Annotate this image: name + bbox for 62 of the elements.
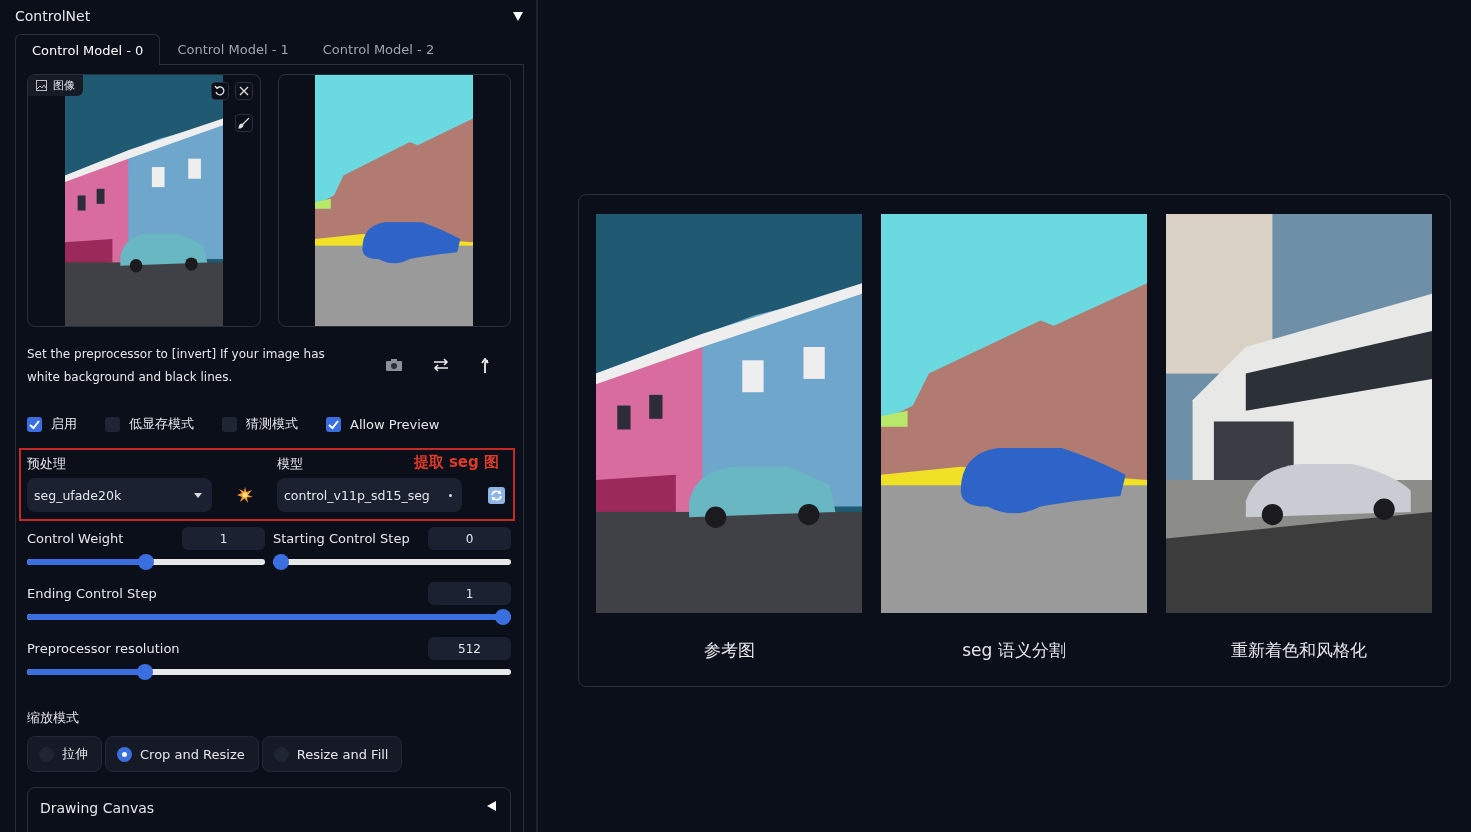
tab[interactable]: Control Model - 2 xyxy=(305,34,452,64)
refresh-icon xyxy=(488,486,505,504)
up-arrow-icon[interactable] xyxy=(479,358,491,374)
brush-button[interactable] xyxy=(235,114,253,132)
slider-thumb[interactable] xyxy=(495,609,511,625)
checkbox-label: 猜测模式 xyxy=(246,415,298,433)
section-label: 缩放模式 xyxy=(27,709,80,727)
collapse-icon[interactable] xyxy=(512,10,524,22)
radio-option[interactable]: 拉伸 xyxy=(27,736,102,772)
refresh-button[interactable] xyxy=(486,484,507,506)
slider[interactable] xyxy=(27,664,511,680)
expand-icon[interactable] xyxy=(486,800,498,812)
slider[interactable] xyxy=(27,554,265,570)
accordion-title: Drawing Canvas xyxy=(40,800,155,818)
caret-icon xyxy=(449,493,452,497)
tab[interactable]: Control Model - 0 xyxy=(15,34,161,65)
checkbox[interactable] xyxy=(105,416,120,432)
model-dropdown[interactable]: control_v11p_sd15_seg xyxy=(277,478,462,512)
field-label: 预处理 xyxy=(27,455,66,473)
slider[interactable] xyxy=(273,554,511,570)
swap-icon[interactable] xyxy=(433,358,449,372)
hint-text: Set the preprocessor to [invert] If your image has white background and black lines. xyxy=(27,346,326,386)
checkbox[interactable] xyxy=(326,416,341,432)
slider-label: Control Weight xyxy=(27,531,124,546)
checkbox-label: Allow Preview xyxy=(350,416,440,432)
image-caption: 重新着色和风格化 xyxy=(1231,639,1367,662)
number-field[interactable]: 1 xyxy=(182,527,265,550)
number-field[interactable]: 1 xyxy=(428,582,511,605)
undo-icon xyxy=(214,85,226,97)
radio-option[interactable]: Resize and Fill xyxy=(261,736,403,772)
annotation-text: 提取 seg 图 xyxy=(413,453,499,472)
burst-icon xyxy=(236,487,253,503)
slider[interactable] xyxy=(27,609,511,625)
tab[interactable]: Control Model - 1 xyxy=(160,34,306,64)
image-icon xyxy=(36,80,47,91)
image-caption: seg 语义分割 xyxy=(962,639,1066,662)
caret-icon xyxy=(194,492,202,498)
image-upload[interactable]: 图像 xyxy=(27,74,261,327)
slider-label: Ending Control Step xyxy=(27,586,157,601)
slider-label: Preprocessor resolution xyxy=(27,641,180,656)
image-label-text: 图像 xyxy=(53,78,75,93)
checkbox[interactable] xyxy=(222,416,237,432)
radio-option[interactable]: Crop and Resize xyxy=(105,736,259,772)
panel-title: ControlNet xyxy=(15,8,91,24)
accordion-header[interactable]: Drawing Canvas xyxy=(27,787,511,832)
checkbox[interactable] xyxy=(27,416,42,432)
number-field[interactable]: 512 xyxy=(428,637,511,660)
close-button[interactable] xyxy=(235,82,253,100)
slider-thumb[interactable] xyxy=(138,554,154,570)
image-caption: 参考图 xyxy=(703,639,755,662)
preprocessor-dropdown[interactable]: seg_ufade20k xyxy=(27,478,212,512)
slider-thumb[interactable] xyxy=(136,664,153,680)
close-icon xyxy=(239,86,249,96)
slider-thumb[interactable] xyxy=(273,554,289,570)
undo-button[interactable] xyxy=(211,82,229,100)
brush-icon xyxy=(238,117,250,129)
number-field[interactable]: 0 xyxy=(428,527,511,550)
field-label: 模型 xyxy=(277,455,303,473)
camera-icon[interactable] xyxy=(385,358,403,372)
checkbox-label: 启用 xyxy=(51,415,77,433)
slider-label: Starting Control Step xyxy=(273,531,410,546)
checkbox-label: 低显存模式 xyxy=(129,415,194,433)
